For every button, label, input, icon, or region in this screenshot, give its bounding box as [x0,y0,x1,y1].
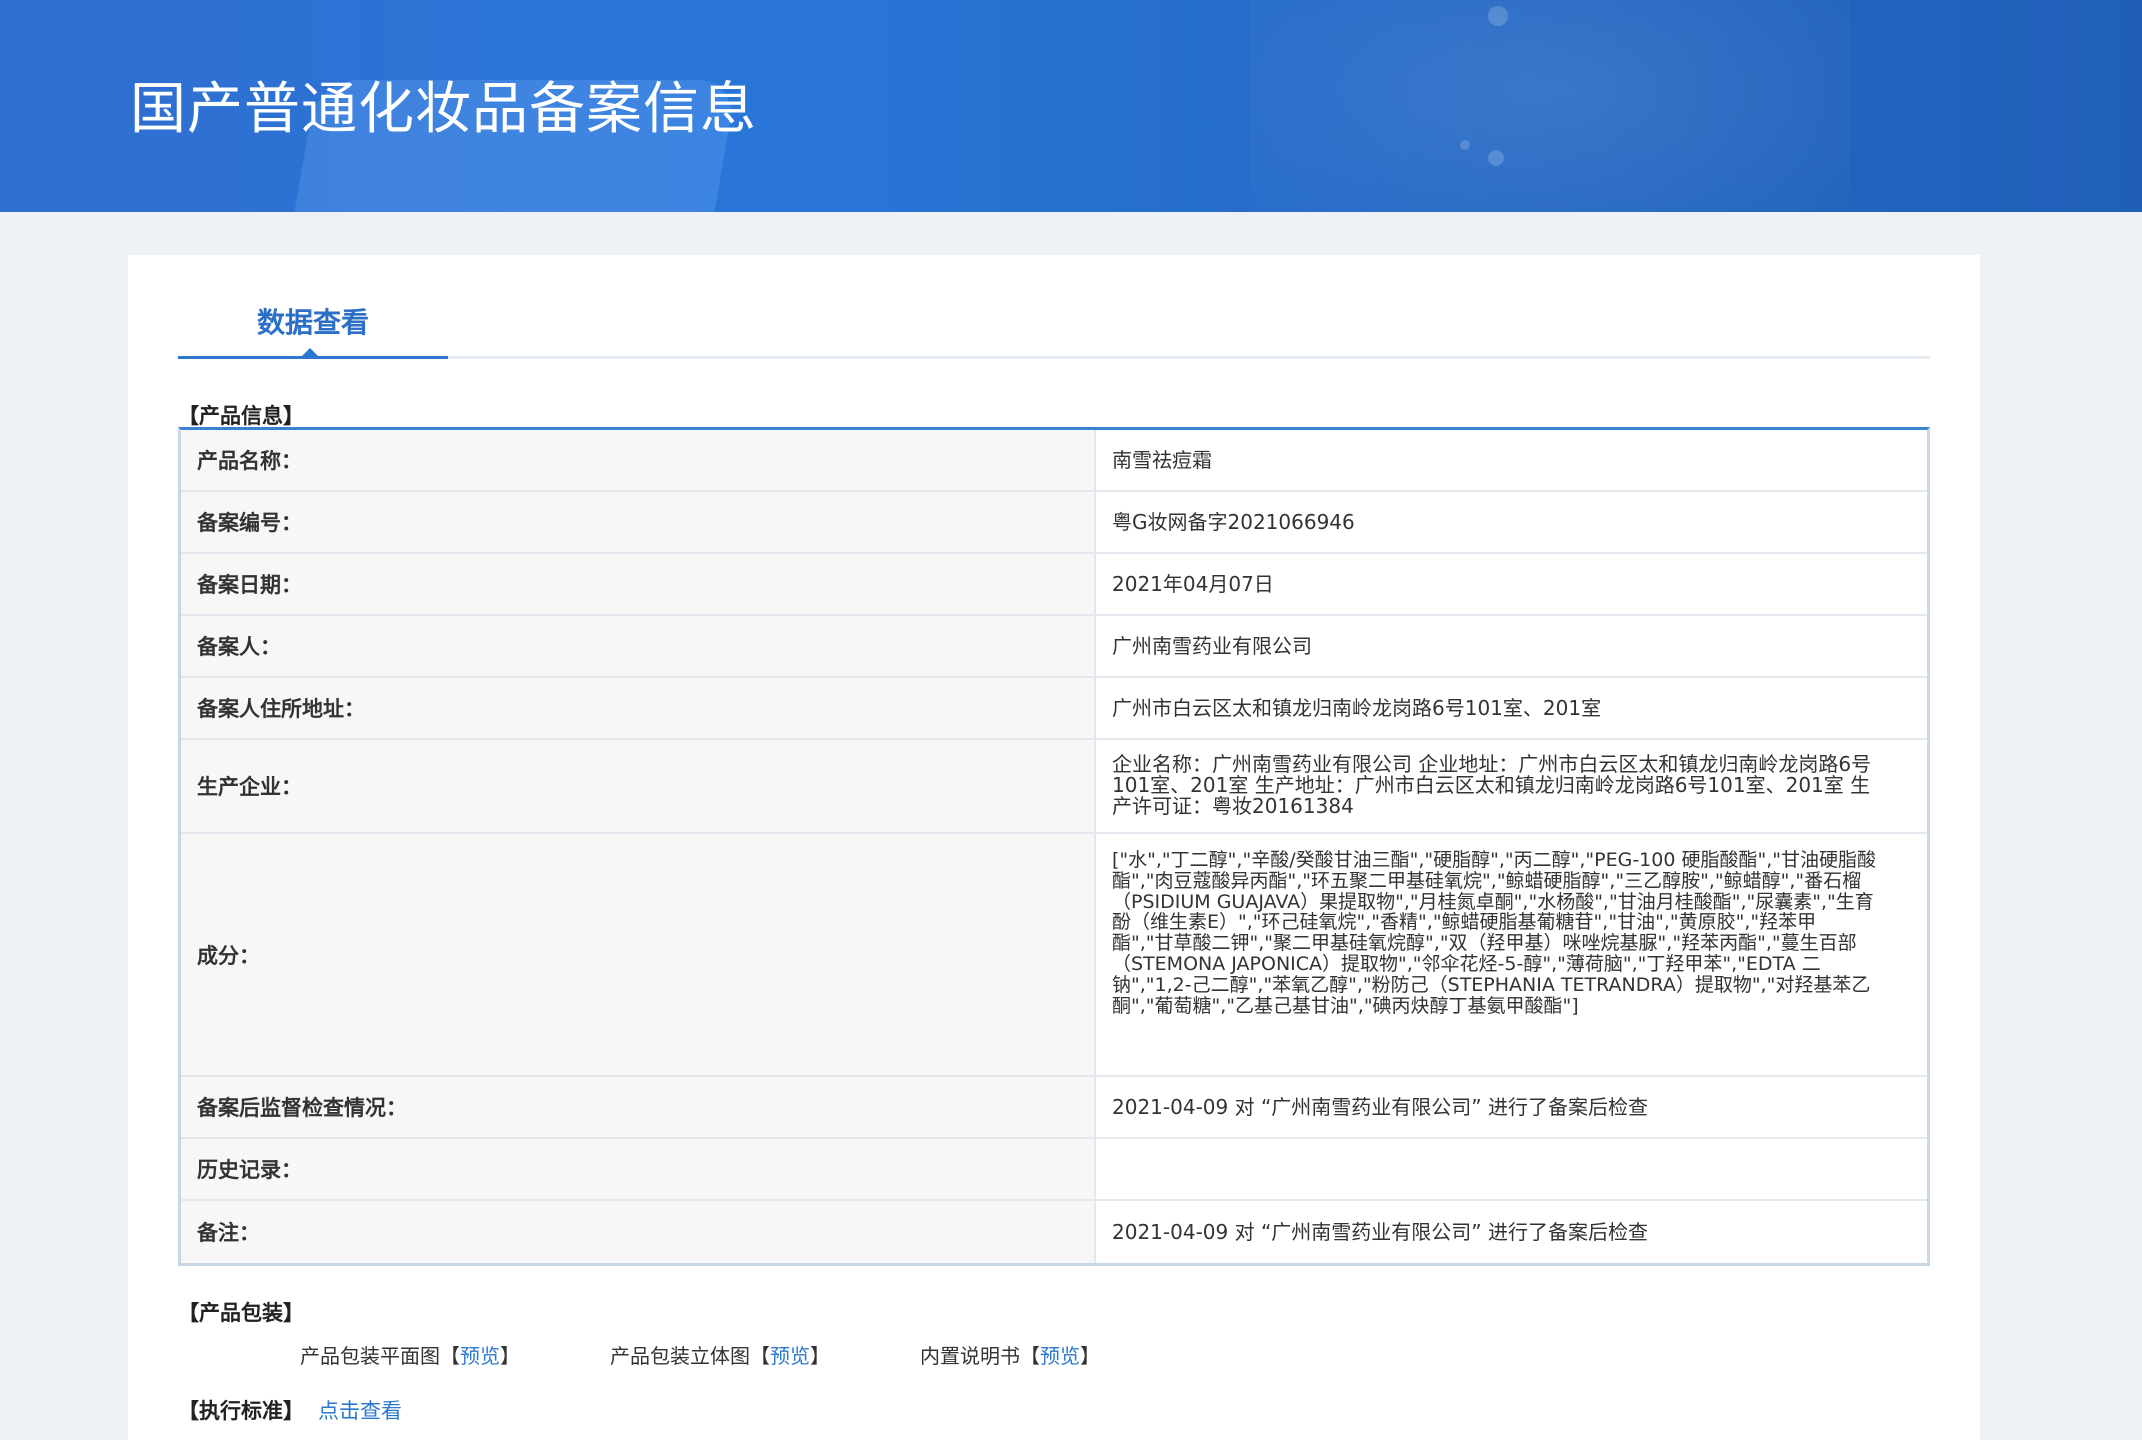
banner-decoration [1488,6,1508,26]
bracket: 】 [500,1344,520,1368]
row-label: 备案日期： [181,554,1096,614]
preview-3d-link[interactable]: 预览 [770,1344,810,1368]
section-title-product-info: 【产品信息】 [178,404,304,428]
table-row: 备案编号： 粤G妆网备字2021066946 [181,492,1927,554]
packaging-item-label: 内置说明书 [920,1344,1020,1368]
row-value: 2021-04-09 对 “广州南雪药业有限公司” 进行了备案后检查 [1112,1219,1649,1244]
tab-data-view[interactable]: 数据查看 [178,295,448,359]
row-label: 备案人住所地址： [181,678,1096,738]
packaging-item-manual: 内置说明书【预览】 [920,1340,1100,1369]
page-title: 国产普通化妆品备案信息 [130,77,757,142]
table-row: 产品名称： 南雪祛痘霜 [181,430,1927,492]
row-value: ["水","丁二醇","辛酸/癸酸甘油三酯","硬脂醇","丙二醇","PEG-… [1112,849,1877,1017]
table-row: 历史记录： [181,1139,1927,1201]
row-value: 企业名称：广州南雪药业有限公司 企业地址：广州市白云区太和镇龙归南岭龙岗路6号1… [1112,752,1872,818]
banner-decoration [1460,140,1470,150]
row-label: 历史记录： [181,1139,1096,1199]
bracket: 】 [810,1344,830,1368]
packaging-item-label: 产品包装立体图 [610,1344,750,1368]
packaging-item-flat: 产品包装平面图【预览】 [300,1340,520,1369]
row-label: 生产企业： [181,740,1096,832]
bracket: 【 [440,1344,460,1368]
table-row: 生产企业： 企业名称：广州南雪药业有限公司 企业地址：广州市白云区太和镇龙归南岭… [181,740,1927,834]
table-row: 备案后监督检查情况： 2021-04-09 对 “广州南雪药业有限公司” 进行了… [181,1077,1927,1139]
row-label: 备注： [181,1201,1096,1263]
row-value: 粤G妆网备字2021066946 [1112,509,1355,534]
standard-row: 【执行标准】 点击查看 [178,1395,402,1425]
banner-decoration [1250,0,1850,212]
row-label: 备案人： [181,616,1096,676]
table-row: 备案人： 广州南雪药业有限公司 [181,616,1927,678]
table-row: 备案人住所地址： 广州市白云区太和镇龙归南岭龙岗路6号101室、201室 [181,678,1927,740]
banner-decoration [1488,150,1504,166]
product-info-table: 产品名称： 南雪祛痘霜 备案编号： 粤G妆网备字2021066946 备案日期：… [178,427,1930,1266]
section-title-standard: 【执行标准】 [178,1399,304,1423]
bracket: 【 [1020,1344,1040,1368]
bracket: 】 [1080,1344,1100,1368]
row-value: 南雪祛痘霜 [1112,447,1212,472]
table-row: 备注： 2021-04-09 对 “广州南雪药业有限公司” 进行了备案后检查 [181,1201,1927,1263]
header-banner: 国产普通化妆品备案信息 [0,0,2142,212]
packaging-item-3d: 产品包装立体图【预览】 [610,1340,830,1369]
preview-flat-link[interactable]: 预览 [460,1344,500,1368]
packaging-item-label: 产品包装平面图 [300,1344,440,1368]
row-value: 2021-04-09 对 “广州南雪药业有限公司” 进行了备案后检查 [1112,1094,1649,1119]
section-title-packaging: 【产品包装】 [178,1301,304,1325]
row-label: 成分： [181,834,1096,1075]
row-value: 广州市白云区太和镇龙归南岭龙岗路6号101室、201室 [1112,695,1602,720]
table-row: 成分： ["水","丁二醇","辛酸/癸酸甘油三酯","硬脂醇","丙二醇","… [181,834,1927,1077]
table-row: 备案日期： 2021年04月07日 [181,554,1927,616]
bracket: 【 [750,1344,770,1368]
active-tab-indicator [299,348,321,359]
preview-manual-link[interactable]: 预览 [1040,1344,1080,1368]
row-value: 2021年04月07日 [1112,571,1274,596]
row-label: 备案编号： [181,492,1096,552]
tab-label: 数据查看 [256,306,369,339]
row-label: 产品名称： [181,430,1096,490]
row-value: 广州南雪药业有限公司 [1112,633,1312,658]
view-standard-link[interactable]: 点击查看 [318,1399,402,1423]
content-card: 数据查看 【产品信息】 产品名称： 南雪祛痘霜 备案编号： 粤G妆网备字2021… [128,255,1980,1440]
tab-bar: 数据查看 [178,295,1930,359]
row-label: 备案后监督检查情况： [181,1077,1096,1137]
row-value [1096,1139,1927,1199]
